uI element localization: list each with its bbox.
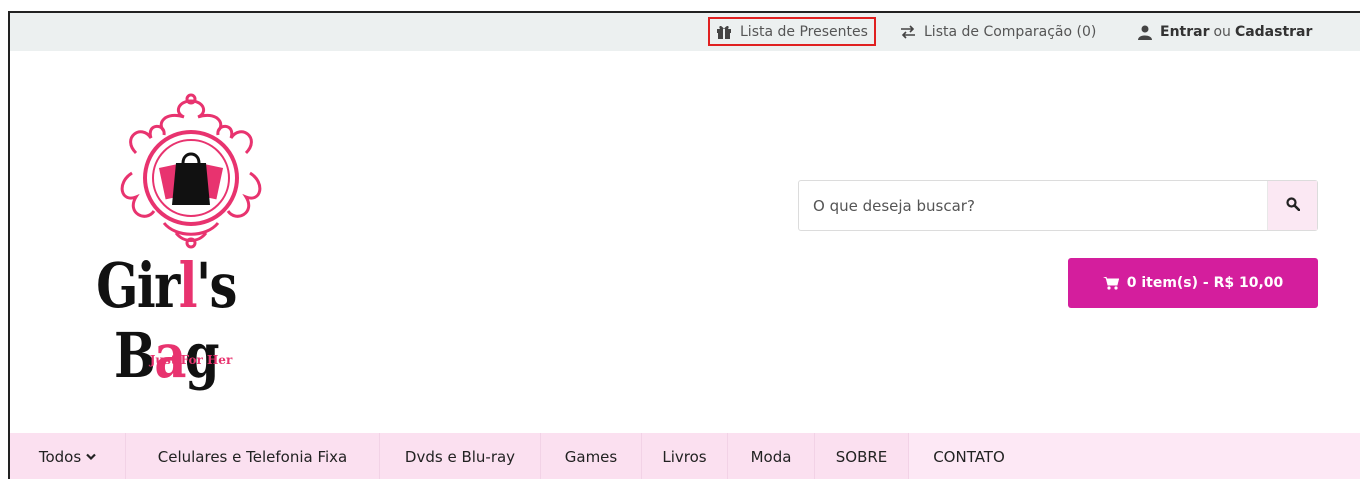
nav-item-moda[interactable]: Moda [728,433,815,479]
nav-item-sobre[interactable]: SOBRE [815,433,909,479]
swap-arrows-icon [900,25,916,39]
search-icon [1285,196,1300,215]
cart-icon [1102,276,1119,290]
cart-button[interactable]: 0 item(s) - R$ 10,00 [1068,258,1318,308]
nav-item-livros[interactable]: Livros [642,433,728,479]
nav-item-contato[interactable]: CONTATO [909,433,1029,479]
cart-label: 0 item(s) - R$ 10,00 [1126,275,1284,291]
gift-list-label: Lista de Presentes [740,23,868,40]
or-text: ou [1213,24,1231,40]
nav-item-celulares[interactable]: Celulares e Telefonia Fixa [126,433,380,479]
nav-item-games[interactable]: Games [541,433,642,479]
compare-list-link[interactable]: Lista de Comparação (0) [900,13,1096,51]
category-nav: Todos Celulares e Telefonia Fixa Dvds e … [10,433,1360,479]
gift-icon [716,24,732,39]
nav-item-todos[interactable]: Todos [10,433,126,479]
register-link[interactable]: Cadastrar [1235,24,1312,40]
logo-tagline: Just For Her [149,353,233,367]
account-links: Entrar ou Cadastrar [1138,13,1312,51]
page-frame: Lista de Presentes Lista de Comparação (… [8,11,1360,479]
chevron-down-icon [86,453,96,461]
user-icon [1138,25,1152,40]
search-bar [798,180,1318,231]
login-link[interactable]: Entrar [1160,24,1209,40]
shopping-bag-emblem-icon [120,93,262,249]
compare-list-label: Lista de Comparação (0) [924,24,1097,40]
store-logo[interactable]: Girl's Bag Just For Her [66,93,316,391]
search-button[interactable] [1267,181,1317,230]
nav-item-dvds[interactable]: Dvds e Blu-ray [380,433,541,479]
top-bar: Lista de Presentes Lista de Comparação (… [10,13,1360,51]
search-input[interactable] [799,181,1267,230]
gift-list-link[interactable]: Lista de Presentes [708,17,876,46]
logo-wordmark: Girl's Bag [96,249,237,392]
